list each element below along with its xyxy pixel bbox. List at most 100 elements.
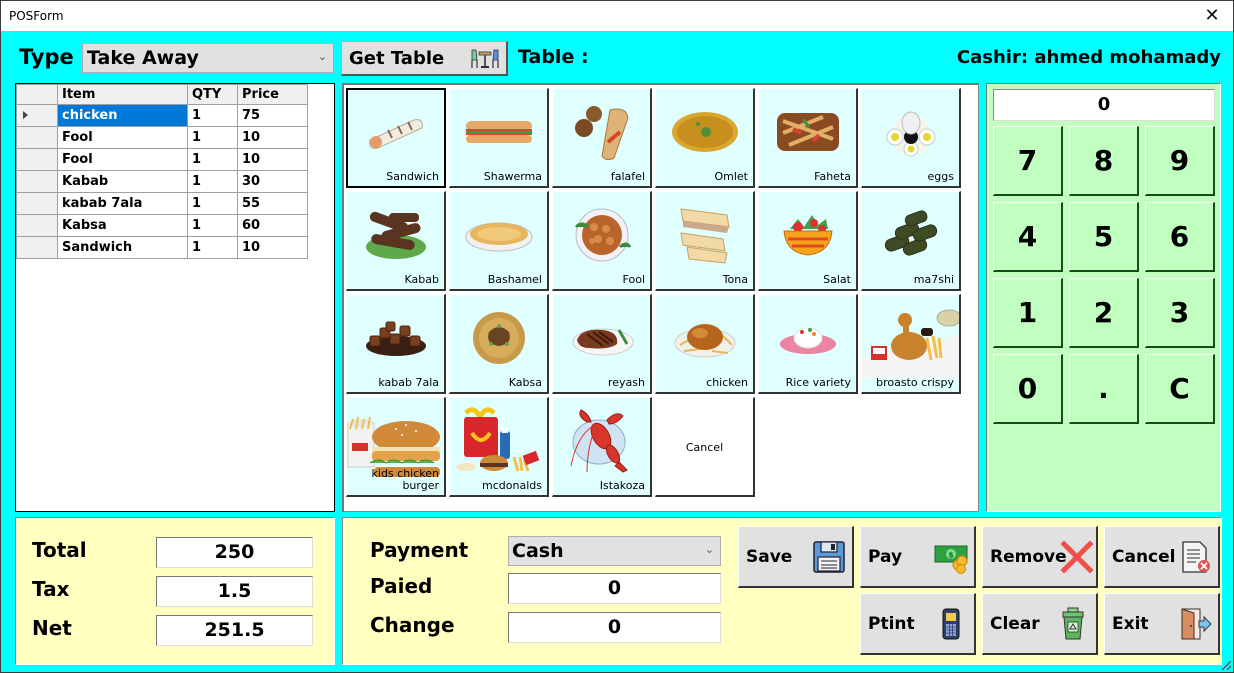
cell-item[interactable]: chicken [57,104,188,127]
keypad-key-3[interactable]: 3 [1145,278,1215,348]
total-field[interactable]: 250 [156,537,313,568]
cell-qty[interactable]: 1 [187,192,238,215]
menu-item-chicken[interactable]: chicken [655,294,755,394]
menu-item-label: reyash [607,376,645,389]
keypad-key-2[interactable]: 2 [1069,278,1139,348]
exit-button[interactable]: Exit [1104,593,1220,655]
row-header[interactable] [16,236,58,259]
menu-item-salat[interactable]: Salat [758,191,858,291]
menu-item-ma7shi[interactable]: ma7shi [861,191,961,291]
beans-icon [570,207,634,267]
table-row[interactable]: kabab 7ala 1 55 [16,192,308,215]
cell-price[interactable]: 10 [237,126,308,149]
cancel-order-button[interactable]: Cancel [1104,526,1220,588]
menu-item-kabab[interactable]: Kabab [346,191,446,291]
menu-item-shawerma[interactable]: Shawerma [449,88,549,188]
pos-window: POSForm ✕ Type Take Away ⌄ Get Table Tab… [0,0,1234,673]
menu-item-kids-chicken-burger[interactable]: kids chicken burger [346,397,446,497]
keypad-key-0[interactable]: 0 [993,354,1063,424]
cell-item[interactable]: Kabsa [57,214,188,237]
row-header[interactable] [16,214,58,237]
menu-item-reyash[interactable]: reyash [552,294,652,394]
keypad-key-clear[interactable]: C [1145,354,1215,424]
menu-item-kabab-7ala[interactable]: kabab 7ala [346,294,446,394]
resize-grip[interactable] [1221,660,1231,670]
row-header[interactable] [16,192,58,215]
menu-item-label: Sandwich [386,170,439,183]
column-header-item[interactable]: Item [57,84,188,105]
pay-button[interactable]: Pay $ [860,526,976,588]
order-header-row: Item QTY Price [16,84,308,105]
cell-item[interactable]: kabab 7ala [57,192,188,215]
menu-cancel-button[interactable]: Cancel [655,397,755,497]
cell-price[interactable]: 10 [237,148,308,171]
menu-item-rice-variety[interactable]: Rice variety [758,294,858,394]
cell-item[interactable]: Fool [57,126,188,149]
menu-item-falafel[interactable]: falafel [552,88,652,188]
menu-item-kabsa[interactable]: Kabsa [449,294,549,394]
keypad-key-5[interactable]: 5 [1069,202,1139,272]
change-field[interactable]: 0 [508,612,721,643]
row-header[interactable] [16,104,58,127]
menu-item-fool[interactable]: Fool [552,191,652,291]
table-row[interactable]: chicken 1 75 [16,104,308,127]
row-header[interactable] [16,148,58,171]
cell-item[interactable]: Kabab [57,170,188,193]
menu-item-broasto-crispy[interactable]: broasto crispy [861,294,961,394]
cell-qty[interactable]: 1 [187,104,238,127]
table-row[interactable]: Fool 1 10 [16,148,308,171]
paid-field[interactable]: 0 [508,573,721,604]
cell-price[interactable]: 10 [237,236,308,259]
table-row[interactable]: Sandwich 1 10 [16,236,308,259]
tax-field[interactable]: 1.5 [156,576,313,607]
keypad-key-7[interactable]: 7 [993,126,1063,196]
menu-item-bashamel[interactable]: Bashamel [449,191,549,291]
menu-item-eggs[interactable]: eggs [861,88,961,188]
menu-item-faheta[interactable]: Faheta [758,88,858,188]
column-header-qty[interactable]: QTY [187,84,238,105]
chevron-down-icon: ⌄ [317,50,327,63]
table-row[interactable]: Fool 1 10 [16,126,308,149]
keypad-display[interactable]: 0 [993,89,1215,121]
remove-button[interactable]: Remove [982,526,1098,588]
cell-item[interactable]: Fool [57,148,188,171]
payment-method-select[interactable]: Cash ⌄ [508,536,721,566]
menu-item-mcdonalds[interactable]: mcdonalds [449,397,549,497]
cell-qty[interactable]: 1 [187,148,238,171]
keypad-key-decimal[interactable]: . [1069,354,1139,424]
cancel-order-label: Cancel [1112,547,1176,567]
clear-button[interactable]: Clear [982,593,1098,655]
keypad-key-6[interactable]: 6 [1145,202,1215,272]
close-icon[interactable]: ✕ [1201,5,1223,27]
recycle-bin-icon [1062,607,1084,640]
keypad-key-4[interactable]: 4 [993,202,1063,272]
menu-item-sandwich[interactable]: Sandwich [346,88,446,188]
net-field[interactable]: 251.5 [156,615,313,646]
cell-qty[interactable]: 1 [187,214,238,237]
get-table-label: Get Table [349,48,445,69]
cell-qty[interactable]: 1 [187,170,238,193]
cell-qty[interactable]: 1 [187,126,238,149]
cell-qty[interactable]: 1 [187,236,238,259]
keypad-key-9[interactable]: 9 [1145,126,1215,196]
row-header[interactable] [16,126,58,149]
print-button[interactable]: Ptint [860,593,976,655]
keypad-key-8[interactable]: 8 [1069,126,1139,196]
order-grid[interactable]: Item QTY Price chicken 1 75 Fool 1 10 Fo… [15,83,335,512]
row-header[interactable] [16,170,58,193]
save-button[interactable]: Save [738,526,854,588]
column-header-price[interactable]: Price [237,84,308,105]
order-type-select[interactable]: Take Away ⌄ [82,43,334,73]
get-table-button[interactable]: Get Table [341,41,508,76]
table-row[interactable]: Kabsa 1 60 [16,214,308,237]
keypad-key-1[interactable]: 1 [993,278,1063,348]
cell-price[interactable]: 75 [237,104,308,127]
menu-item-istakoza[interactable]: Istakoza [552,397,652,497]
cell-price[interactable]: 60 [237,214,308,237]
menu-item-tona[interactable]: Tona [655,191,755,291]
cell-price[interactable]: 55 [237,192,308,215]
table-row[interactable]: Kabab 1 30 [16,170,308,193]
menu-item-omlet[interactable]: Omlet [655,88,755,188]
cell-price[interactable]: 30 [237,170,308,193]
cell-item[interactable]: Sandwich [57,236,188,259]
